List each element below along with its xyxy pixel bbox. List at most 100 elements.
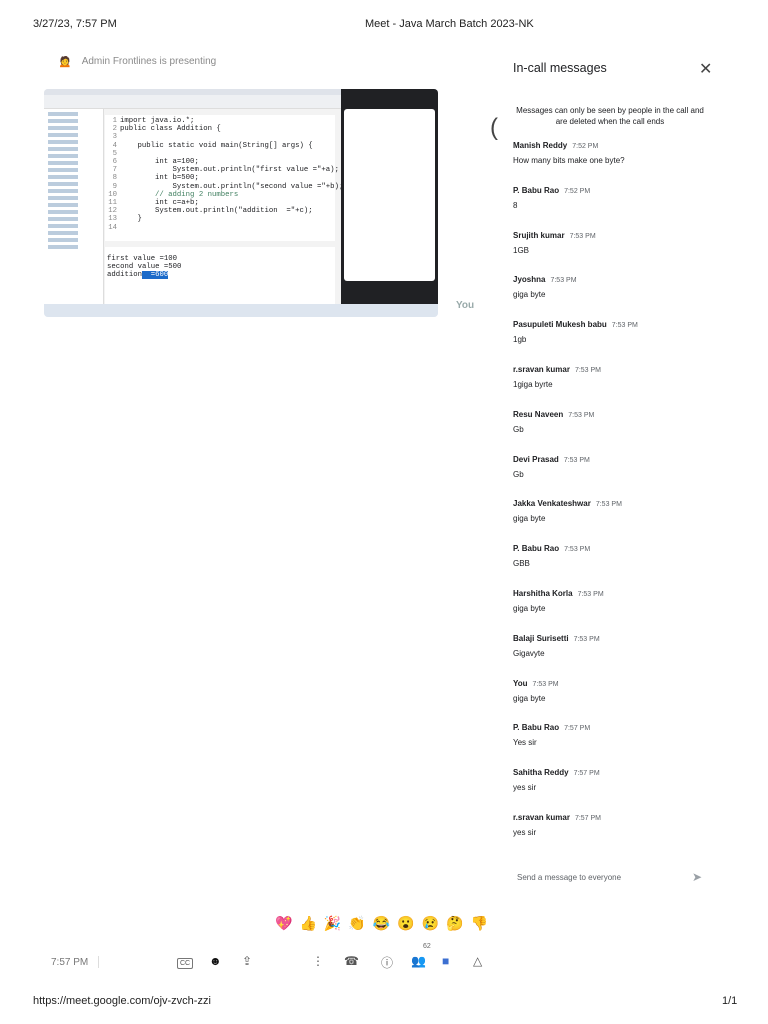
code-text: public static void main(String[] args) { [120,141,313,150]
message-text: giga byte [513,603,546,613]
message-time: 7:53 PM [577,590,604,598]
presenting-banner: 🙍 Admin Frontlines is presenting [58,55,216,68]
reaction-emoji[interactable]: 😮 [397,915,414,932]
message-text: Gb [513,469,524,479]
message-sender: Devi Prasad [513,454,559,464]
message-input[interactable]: Send a message to everyone [517,873,621,882]
chat-message: r.sravan kumar 7:53 PM 1giga byrte [513,365,713,410]
message-time: 7:53 PM [550,277,577,285]
chat-message: P. Babu Rao 7:57 PM Yes sir [513,723,713,768]
windows-taskbar [44,304,438,317]
message-sender: Manish Reddy [513,141,568,150]
message-time: 7:53 PM [532,680,559,688]
chat-message: P. Babu Rao 7:52 PM 8 [513,186,713,231]
message-text: How many bits make one byte? [513,156,625,165]
message-text: 1gb [513,335,527,345]
message-sender: Srujith kumar [513,230,565,240]
line-number: 13 [108,215,117,224]
message-text: Gigavyte [513,648,545,658]
reaction-emoji[interactable]: 🤔 [446,915,463,932]
code-line: 4 public static void main(String[] args)… [105,142,335,150]
code-line: 13 } [105,215,335,223]
reaction-emoji[interactable]: 😢 [422,915,439,932]
code-text: System.out.println("addition ="+c); [120,207,313,216]
emoji-button[interactable]: ☻ [209,954,222,968]
code-line: 14 [105,224,335,232]
message-time: 7:53 PM [564,546,591,554]
message-time: 7:53 PM [573,635,600,643]
code-text: // adding 2 numbers [120,190,239,199]
chat-message: Pasupuleti Mukesh babu 7:53 PM 1gb [513,320,713,365]
captions-button[interactable]: CC [177,958,194,969]
line-number: 12 [108,207,117,216]
message-text: giga byte [513,290,546,300]
chat-message: You 7:53 PM giga byte [513,679,713,724]
code-text: } [120,215,142,224]
message-text: 1giga byrte [513,379,553,389]
chat-message: Resu Naveen 7:53 PM Gb [513,410,713,455]
reaction-emoji[interactable]: 👏 [348,915,365,932]
meeting-clock: 7:57 PM [51,957,89,968]
message-sender: P. Babu Rao [513,544,560,554]
line-number: 5 [112,149,117,158]
chat-message: P. Babu Rao 7:53 PM GBB [513,544,713,589]
presenting-label: Admin Frontlines is presenting [81,56,217,67]
code-text: public class Addition { [120,125,221,134]
message-time: 7:53 PM [574,366,602,374]
line-number: 6 [112,158,117,167]
line-number: 8 [112,174,117,183]
line-number: 7 [112,166,117,175]
console-line: first value =100 [107,255,178,263]
chat-icon[interactable]: ■ [442,954,449,968]
message-list[interactable]: Manish Reddy 7:52 PM How many bits make on… [513,141,713,858]
reaction-bar: 💖 👍 🎉 👏 😂 😮 😢 🤔 👎 [275,915,488,932]
eclipse-window: 1 import java.io.*; 2 public class Addition… [44,89,343,304]
more-options-icon[interactable]: ⋮ [312,954,324,968]
leave-call-icon[interactable]: ☎ [344,954,359,968]
present-button[interactable]: ⇪ [242,954,252,968]
chat-message: Harshitha Korla 7:53 PM giga byte [513,589,713,634]
message-sender: Sahitha Reddy [513,768,569,778]
message-sender: Pasupuleti Mukesh babu [513,320,607,330]
code-editor: 1 import java.io.*; 2 public class Addition… [105,115,343,241]
people-icon[interactable]: 👥 [411,954,426,968]
reaction-emoji[interactable]: 👍 [299,915,316,932]
code-line: 12 System.out.println("addition ="+c); [105,207,335,215]
message-time: 7:53 PM [563,456,590,464]
self-tile-label: You [456,300,475,311]
message-sender: P. Babu Rao [513,185,560,195]
console-selection: =600 [142,271,169,279]
reaction-emoji[interactable]: 💖 [275,915,292,932]
line-number: 3 [112,133,117,142]
console-line: addition [107,271,143,279]
reaction-emoji[interactable]: 🎉 [324,915,341,932]
chat-message: r.sravan kumar 7:57 PM yes sir [513,813,713,858]
code-text: int b=500; [120,174,199,183]
print-page: 1/1 [722,995,738,1007]
line-number: 4 [112,141,117,150]
message-time: 7:53 PM [611,322,638,330]
message-time: 7:53 PM [568,411,595,419]
reaction-emoji[interactable]: 😂 [373,915,390,932]
message-text: giga byte [513,514,546,524]
message-sender: P. Babu Rao [513,723,560,733]
code-line: 11 int c=a+b; [105,199,335,207]
message-sender: Harshitha Korla [513,588,573,598]
close-panel-icon[interactable]: ✕ [699,59,712,79]
code-line: 6 int a=100; [105,158,335,166]
message-text: Gb [513,424,524,434]
info-icon[interactable]: ⓘ [381,954,393,971]
console-line: second value =500 [107,263,182,271]
reaction-emoji[interactable]: 👎 [471,915,488,932]
chat-message: Jyoshna 7:53 PM giga byte [513,275,713,320]
chat-message: Manish Reddy 7:52 PM How many bits make on… [513,141,713,186]
activities-icon[interactable]: △ [473,954,482,968]
send-icon[interactable]: ➤ [692,870,702,884]
message-text: yes sir [513,783,537,793]
participant-count: 62 [423,943,431,950]
message-sender: r.sravan kumar [513,364,570,374]
code-line: 1 import java.io.*; [105,117,335,125]
line-number: 1 [112,117,117,125]
line-number: 10 [108,190,117,199]
code-line: 7 System.out.println("first value ="+a); [105,166,339,175]
